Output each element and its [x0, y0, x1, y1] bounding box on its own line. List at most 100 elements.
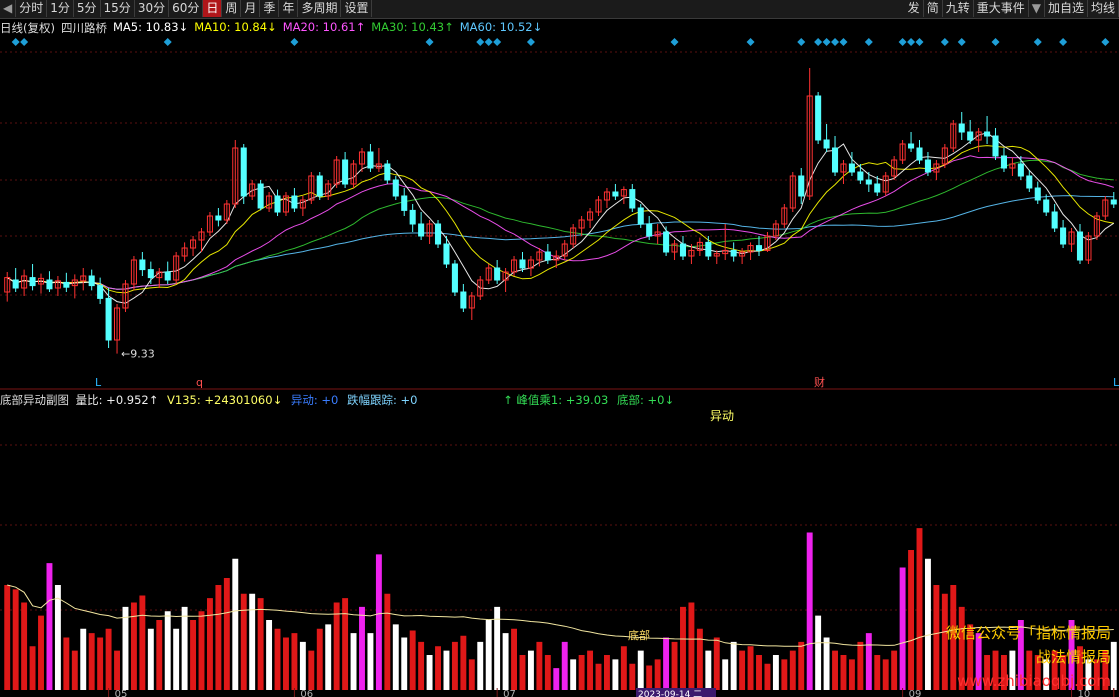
candle-body — [992, 135, 999, 157]
signal-diamond-icon — [425, 38, 434, 46]
yidong-value: 异动: +0 — [290, 393, 339, 407]
candle-body — [316, 175, 323, 197]
volume-bar — [578, 655, 585, 690]
volume-bar — [815, 615, 822, 690]
signal-diamond-icon — [797, 38, 806, 46]
candle-body — [147, 269, 154, 279]
candle-body — [815, 95, 822, 141]
candle-body — [924, 159, 931, 173]
candle-body — [401, 195, 408, 211]
volume-bar — [848, 659, 855, 690]
candle-body — [823, 139, 830, 149]
signal-diamond-icon — [290, 38, 299, 46]
candle-body — [958, 123, 965, 133]
volume-bar — [696, 628, 703, 690]
volume-bar — [215, 585, 222, 690]
volume-bar — [122, 606, 129, 690]
marker-q: q — [196, 376, 203, 389]
volume-bar — [46, 563, 53, 690]
candle-body — [12, 279, 19, 289]
candle-body — [367, 151, 374, 169]
volume-bar — [739, 650, 746, 690]
bottom-value: 底部: +0↓ — [617, 393, 675, 407]
signal-diamond-icon — [1033, 38, 1042, 46]
candle-body — [342, 159, 349, 185]
volume-bar — [147, 628, 154, 690]
volume-bar — [933, 585, 940, 690]
volume-bar — [206, 598, 213, 690]
volume-bar — [12, 589, 19, 690]
volume-bar — [88, 633, 95, 690]
volume-bar — [620, 646, 627, 690]
candle-body — [240, 147, 247, 197]
candle-body — [857, 171, 864, 181]
candle-body — [755, 245, 763, 251]
candle-body — [1043, 199, 1050, 213]
volume-bar — [97, 637, 104, 690]
volume-bar — [392, 624, 399, 690]
volume-bar — [21, 602, 28, 690]
sub-indicator-name[interactable]: 底部异动副图 — [0, 393, 69, 407]
volume-bar — [156, 620, 163, 690]
candle-body — [544, 251, 551, 261]
candle-body — [392, 179, 399, 197]
bottom-label: 底部 — [628, 628, 650, 642]
candle-body — [1060, 227, 1067, 245]
volume-bar — [359, 606, 365, 690]
month-label: 07 — [503, 689, 516, 697]
candle-body — [663, 231, 670, 253]
volume-bar — [1110, 641, 1117, 690]
month-label: 06 — [300, 689, 313, 697]
marker-l-end: L — [1113, 376, 1119, 389]
volume-bar — [375, 554, 382, 690]
volume-bar — [333, 602, 340, 690]
candle-body — [612, 191, 619, 197]
volume-bar — [308, 650, 315, 690]
volume-bar — [688, 602, 695, 690]
candle-body — [384, 163, 391, 181]
marker-cai: 财 — [814, 375, 825, 389]
candle-body — [443, 243, 450, 265]
tracking-value: 跌幅跟踪: +0 — [347, 393, 418, 407]
volume-bar — [139, 595, 146, 690]
volume-bar — [451, 641, 458, 690]
volume-bar — [823, 637, 830, 690]
candle-body — [519, 259, 526, 269]
signal-diamond-icon — [814, 38, 823, 46]
signal-diamond-icon — [1101, 38, 1110, 46]
candle-body — [848, 163, 855, 173]
volume-bar — [249, 593, 256, 690]
volume-bar — [198, 611, 205, 690]
signal-diamond-icon — [915, 38, 924, 46]
volume-bar — [299, 641, 306, 690]
volume-bar — [840, 655, 847, 690]
candle-body — [451, 263, 458, 293]
candle-body — [874, 183, 881, 193]
volume-bar — [54, 585, 61, 690]
volume-bar — [384, 593, 391, 690]
signal-diamond-icon — [476, 38, 485, 46]
signal-diamond-icon — [831, 38, 840, 46]
volume-bar — [553, 668, 560, 690]
volume-bar — [798, 641, 805, 690]
volume-bar — [832, 650, 838, 690]
candle-body — [105, 297, 112, 341]
candle-body — [291, 195, 298, 209]
candle-body — [646, 223, 653, 237]
volume-bar — [485, 620, 492, 690]
candle-body — [629, 189, 636, 209]
candle-body — [46, 279, 53, 290]
candle-body — [274, 195, 281, 213]
signal-diamond-icon — [493, 38, 502, 46]
volume-bar — [342, 598, 349, 690]
candle-body — [1000, 155, 1008, 169]
volume-bar — [29, 646, 36, 690]
volume-bar — [409, 630, 416, 690]
volume-bar — [511, 628, 517, 690]
candle-body — [434, 223, 442, 245]
volume-bar — [595, 663, 602, 690]
month-label: 05 — [115, 689, 128, 697]
signal-diamond-icon — [163, 38, 172, 46]
low-price-label: ←9.33 — [121, 348, 155, 361]
volume-bar — [71, 650, 78, 690]
